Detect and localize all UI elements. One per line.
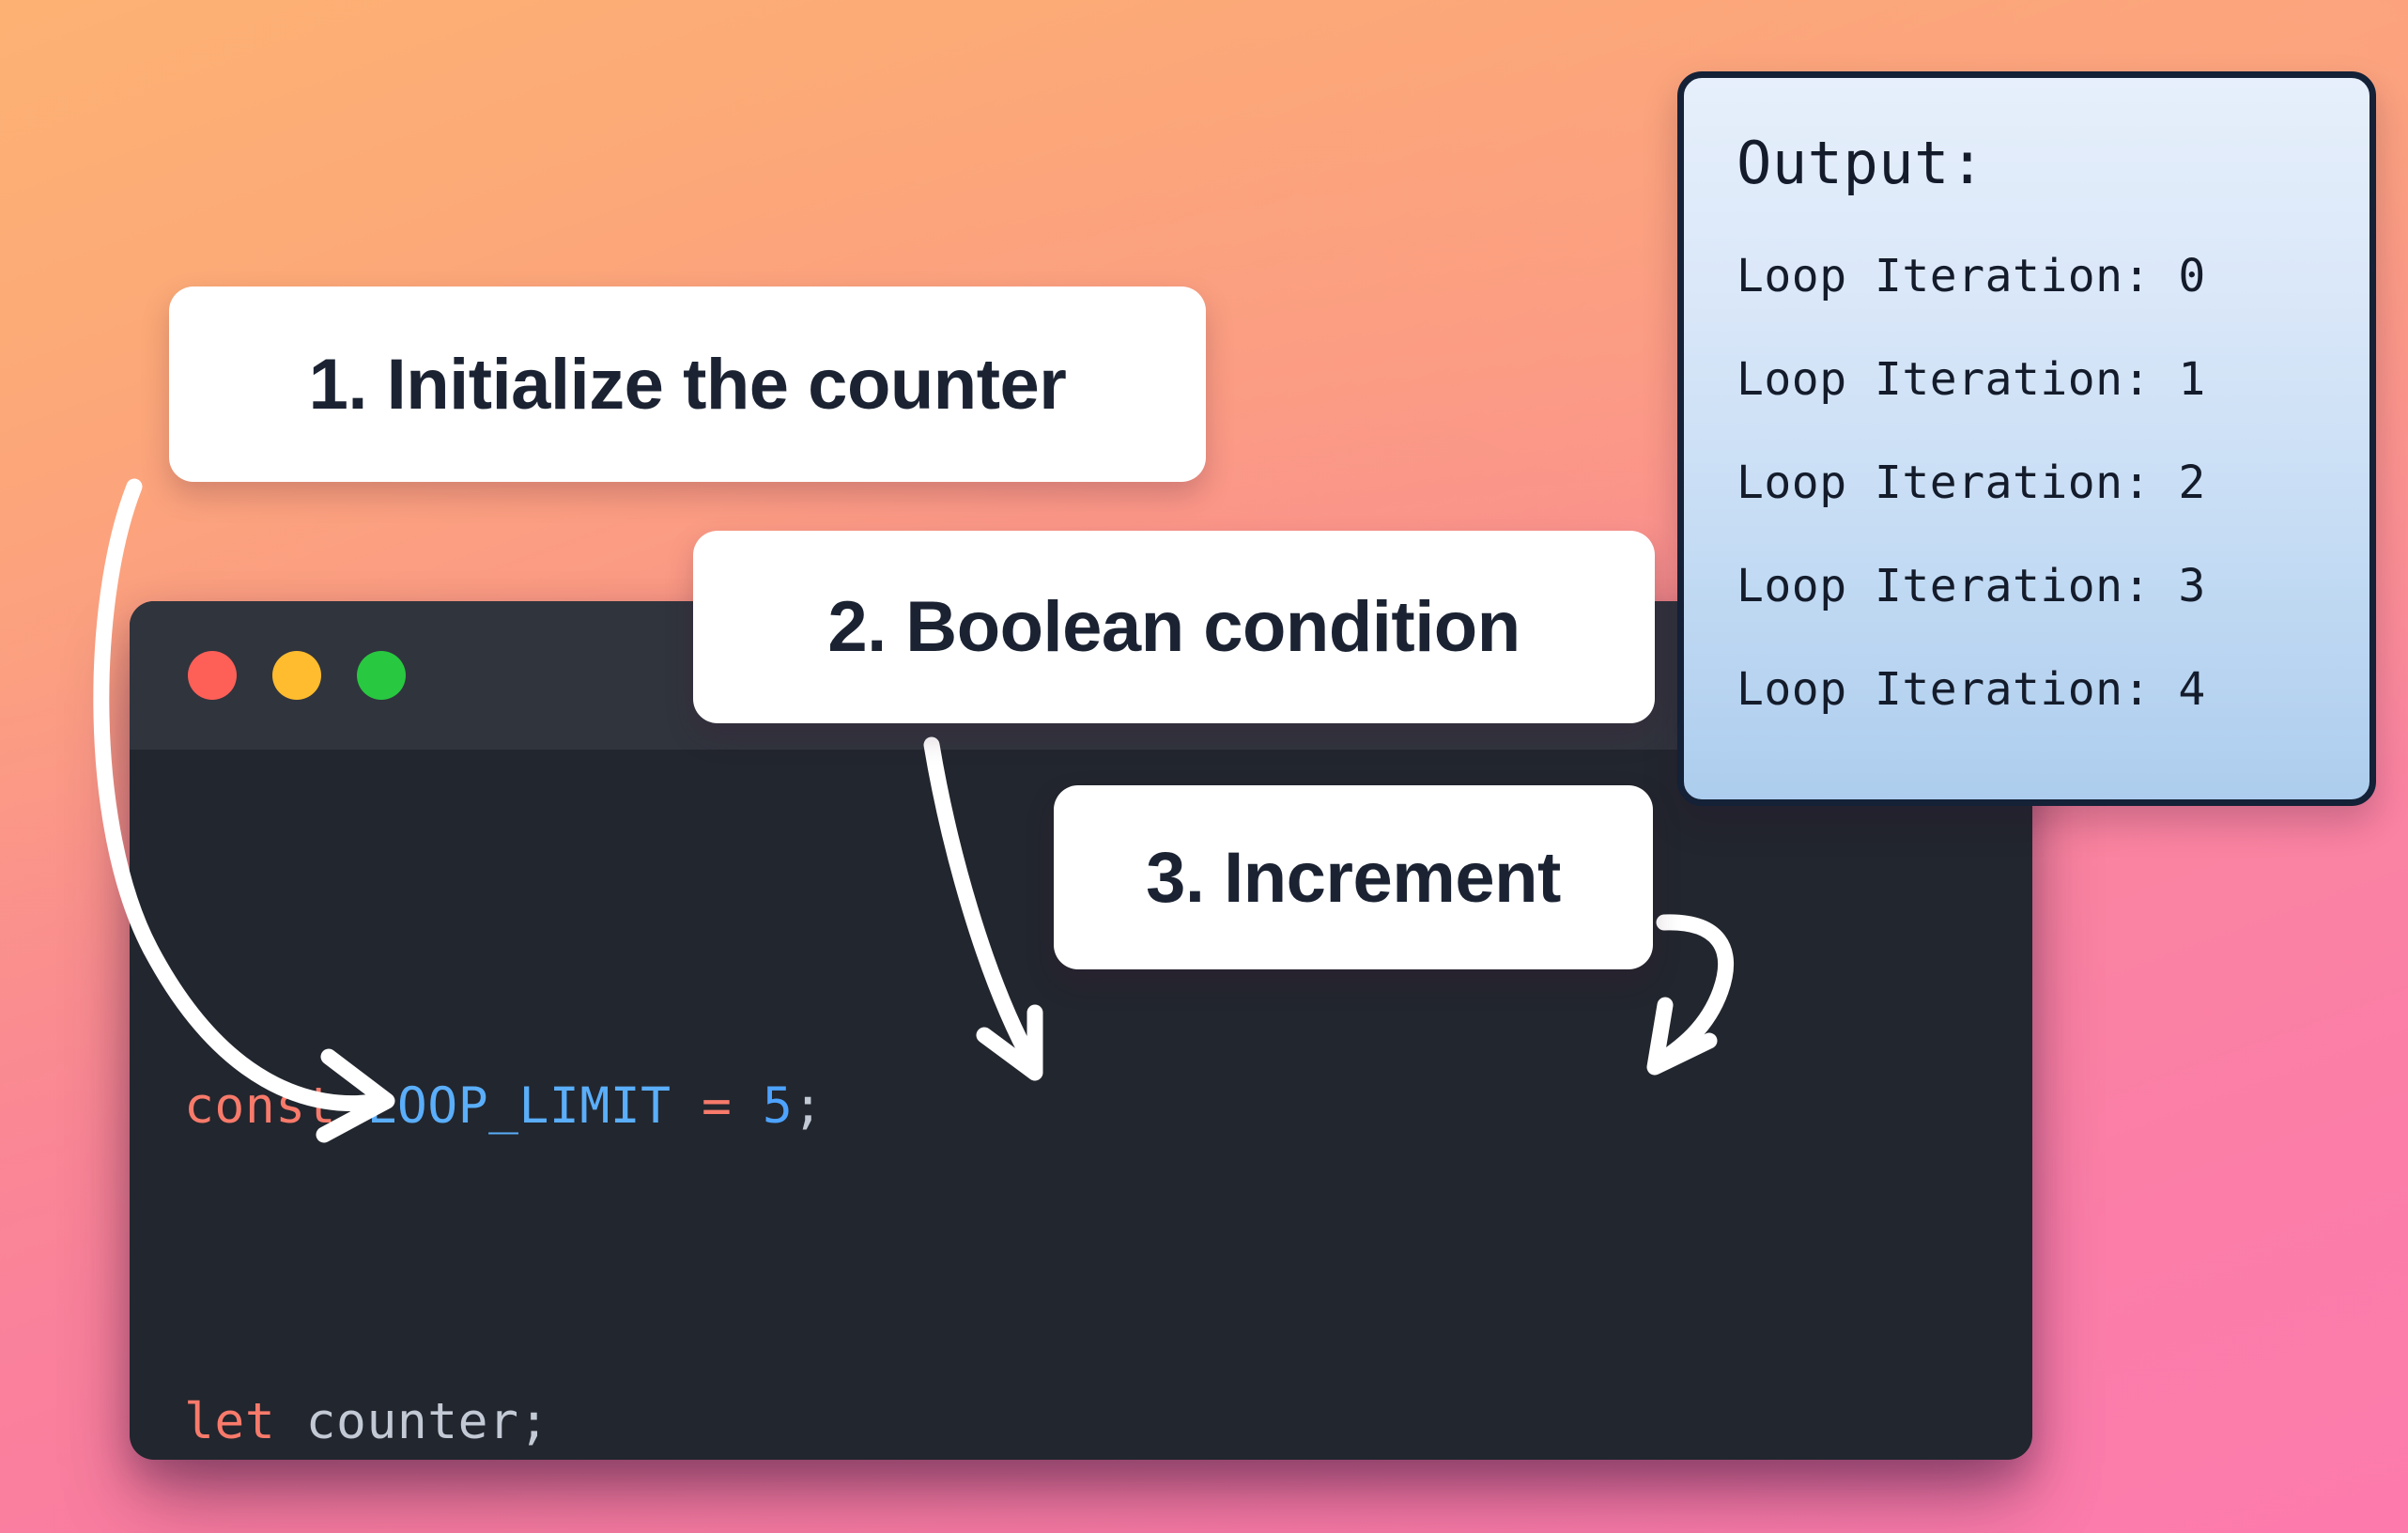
callout-label-1: 1. Initialize the counter — [308, 344, 1067, 425]
close-button-icon[interactable] — [188, 651, 237, 700]
code-token-operator: = — [701, 1077, 733, 1135]
output-line: Loop Iteration: 2 — [1737, 457, 2206, 509]
output-line: Loop Iteration: 0 — [1737, 250, 2206, 302]
code-line-2: let counter; — [184, 1383, 2032, 1460]
callout-label-2: 2. Boolean condition — [827, 587, 1520, 667]
output-panel: Output: Loop Iteration: 0 Loop Iteration… — [1677, 71, 2376, 806]
zoom-button-icon[interactable] — [357, 651, 406, 700]
minimize-button-icon[interactable] — [272, 651, 321, 700]
code-token-number: 5 — [762, 1077, 794, 1135]
code-token-keyword: const — [184, 1077, 337, 1135]
code-token-semicolon: ; — [793, 1077, 824, 1135]
output-line: Loop Iteration: 4 — [1737, 663, 2206, 716]
output-line: Loop Iteration: 3 — [1737, 560, 2206, 612]
callout-card-2: 2. Boolean condition — [693, 531, 1655, 723]
code-token-identifier: counter; — [275, 1393, 549, 1450]
screenshot-stage: const LOOP_LIMIT = 5; let counter; for (… — [0, 0, 2408, 1533]
code-line-1: const LOOP_LIMIT = 5; — [184, 1067, 2032, 1146]
output-line: Loop Iteration: 1 — [1737, 353, 2206, 406]
callout-label-3: 3. Increment — [1146, 837, 1561, 918]
code-token-constant: LOOP_LIMIT — [366, 1077, 671, 1135]
callout-card-1: 1. Initialize the counter — [169, 286, 1206, 482]
callout-card-3: 3. Increment — [1054, 785, 1653, 969]
code-token-keyword: let — [184, 1393, 276, 1450]
output-panel-title: Output: — [1737, 129, 1985, 197]
